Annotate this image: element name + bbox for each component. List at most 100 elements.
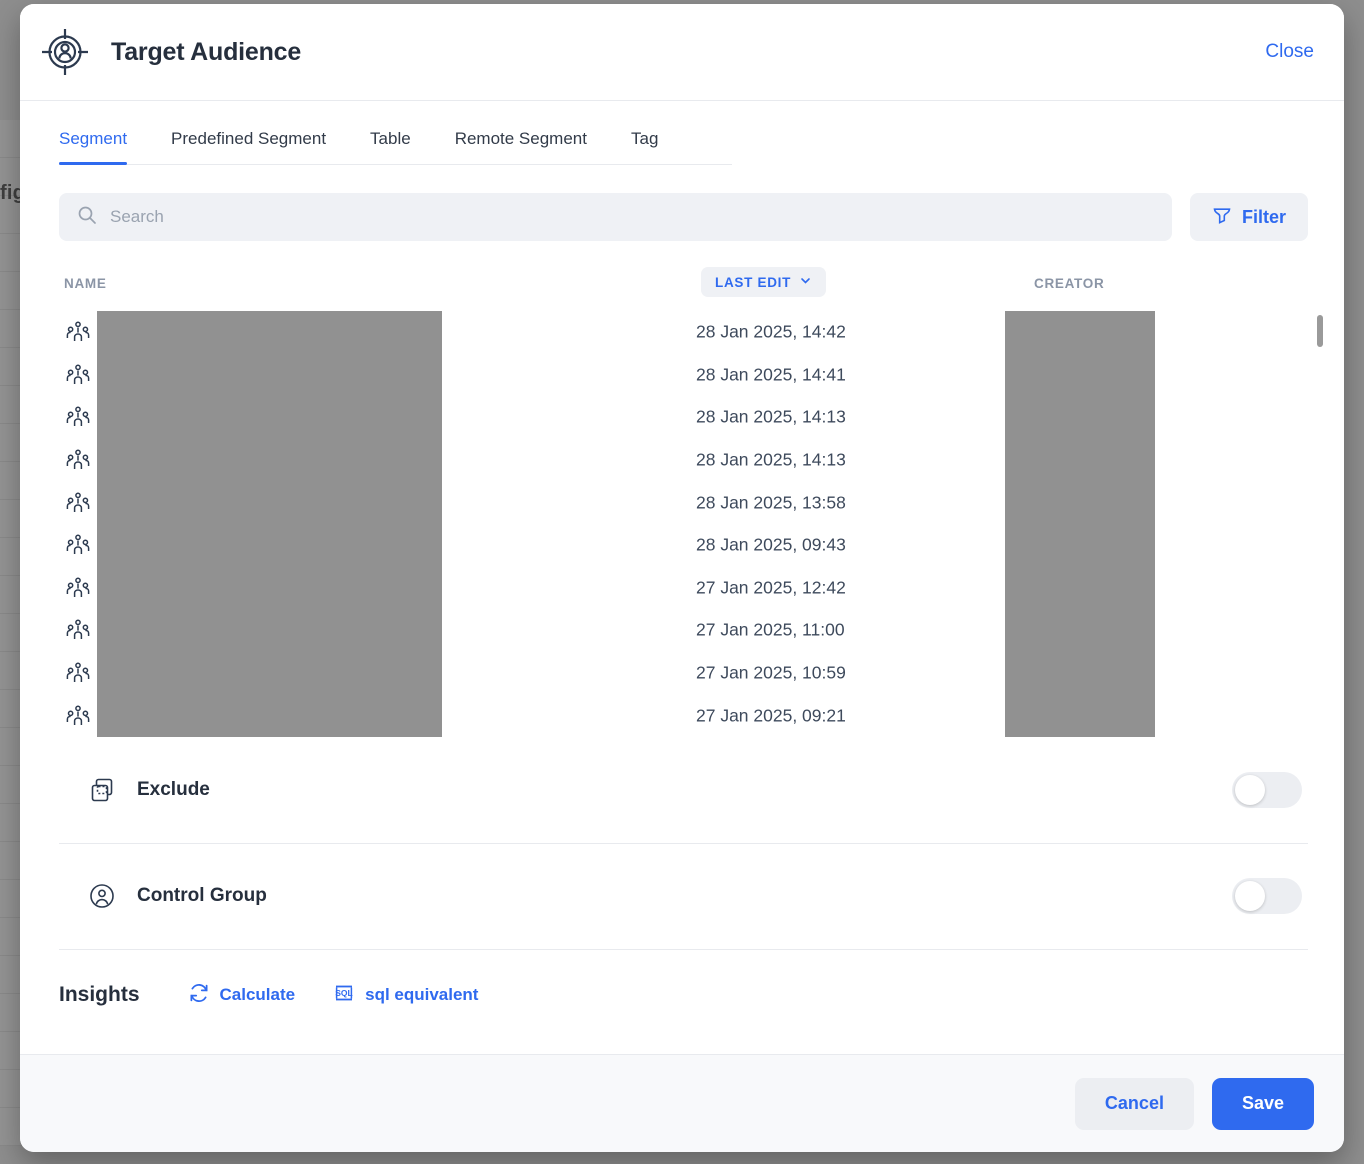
row-last-edit: 28 Jan 2025, 14:13: [696, 449, 846, 470]
sql-equivalent-button[interactable]: SQL sql equivalent: [333, 982, 478, 1009]
tab-predefined-segment[interactable]: Predefined Segment: [171, 129, 326, 164]
table-header: NAME LAST EDIT CREATOR: [59, 267, 1308, 311]
row-creator-redacted: [1005, 566, 1155, 610]
row-creator-redacted: [1005, 651, 1155, 695]
table-row[interactable]: 27 Jan 2025, 11:00: [59, 609, 1308, 652]
page-title: Target Audience: [111, 37, 302, 66]
row-name-redacted: [97, 609, 442, 652]
table-row[interactable]: 28 Jan 2025, 14:42: [59, 311, 1308, 354]
segment-people-icon: [66, 320, 90, 344]
segment-list: 28 Jan 2025, 14:42 28 Jan 2025, 14:41 28…: [59, 311, 1323, 737]
segment-people-icon: [66, 491, 90, 515]
column-header-creator: CREATOR: [1034, 276, 1105, 291]
segment-people-icon: [66, 704, 90, 728]
search-box[interactable]: [59, 193, 1172, 241]
tab-bar: Segment Predefined Segment Table Remote …: [59, 129, 732, 165]
search-icon: [77, 205, 97, 230]
table-row[interactable]: 27 Jan 2025, 12:42: [59, 566, 1308, 610]
tab-segment[interactable]: Segment: [59, 129, 128, 165]
search-row: Filter: [59, 193, 1308, 241]
close-button[interactable]: Close: [1265, 41, 1314, 63]
row-name-redacted: [97, 396, 442, 439]
row-name-redacted: [97, 353, 442, 397]
tab-tag[interactable]: Tag: [631, 129, 658, 164]
modal-header: Target Audience Close: [20, 4, 1344, 101]
column-header-last-edit-label: LAST EDIT: [715, 274, 792, 290]
control-group-label: Control Group: [137, 885, 267, 907]
exclude-toggle[interactable]: [1232, 771, 1302, 808]
save-button[interactable]: Save: [1211, 1077, 1314, 1130]
row-creator-redacted: [1005, 311, 1155, 354]
search-input[interactable]: [110, 207, 1154, 227]
segment-people-icon: [66, 363, 90, 387]
cancel-button[interactable]: Cancel: [1074, 1077, 1194, 1130]
segment-people-icon: [66, 405, 90, 429]
row-last-edit: 27 Jan 2025, 09:21: [696, 705, 846, 726]
chevron-down-icon: [799, 274, 812, 290]
table-row[interactable]: 27 Jan 2025, 10:59: [59, 651, 1308, 695]
modal-body: Segment Predefined Segment Table Remote …: [20, 101, 1344, 1054]
table-row[interactable]: 28 Jan 2025, 14:13: [59, 438, 1308, 482]
insights-row: Insights Calculate SQL sql equivalent: [59, 948, 1308, 1041]
funnel-icon: [1212, 205, 1232, 230]
target-person-icon: [39, 26, 91, 78]
row-last-edit: 27 Jan 2025, 12:42: [696, 577, 846, 598]
row-name-redacted: [97, 311, 442, 354]
list-scrollbar-thumb[interactable]: [1317, 315, 1323, 347]
calculate-button[interactable]: Calculate: [188, 982, 296, 1009]
row-last-edit: 28 Jan 2025, 09:43: [696, 534, 846, 555]
column-header-last-edit[interactable]: LAST EDIT: [701, 267, 827, 297]
modal-footer: Cancel Save: [20, 1054, 1344, 1152]
row-creator-redacted: [1005, 481, 1155, 524]
row-last-edit: 28 Jan 2025, 14:41: [696, 364, 846, 385]
row-name-redacted: [97, 694, 442, 737]
target-audience-modal: Target Audience Close Segment Predefined…: [20, 4, 1344, 1152]
row-name-redacted: [97, 523, 442, 567]
table-row[interactable]: 28 Jan 2025, 09:43: [59, 523, 1308, 567]
segment-people-icon: [66, 576, 90, 600]
row-creator-redacted: [1005, 694, 1155, 737]
row-creator-redacted: [1005, 396, 1155, 439]
table-row[interactable]: 27 Jan 2025, 09:21: [59, 694, 1308, 737]
row-creator-redacted: [1005, 609, 1155, 652]
calculate-label: Calculate: [219, 985, 296, 1005]
segment-people-icon: [66, 533, 90, 557]
row-last-edit: 28 Jan 2025, 14:13: [696, 406, 846, 427]
row-last-edit: 28 Jan 2025, 13:58: [696, 492, 846, 513]
tab-remote-segment[interactable]: Remote Segment: [455, 129, 587, 164]
control-group-toggle[interactable]: [1232, 878, 1302, 915]
table-row[interactable]: 28 Jan 2025, 14:13: [59, 396, 1308, 439]
segment-people-icon: [66, 661, 90, 685]
user-circle-icon: [89, 883, 115, 909]
filter-label: Filter: [1241, 206, 1286, 227]
row-name-redacted: [97, 566, 442, 610]
row-name-redacted: [97, 651, 442, 695]
row-name-redacted: [97, 481, 442, 524]
tab-table[interactable]: Table: [370, 129, 411, 164]
table-row[interactable]: 28 Jan 2025, 13:58: [59, 481, 1308, 524]
exclude-label: Exclude: [137, 778, 210, 800]
exclude-toggle-knob: [1235, 774, 1265, 805]
exclude-shapes-icon: [89, 777, 115, 803]
svg-text:SQL: SQL: [335, 988, 352, 998]
row-last-edit: 28 Jan 2025, 14:42: [696, 321, 846, 342]
row-last-edit: 27 Jan 2025, 10:59: [696, 662, 846, 683]
filter-button[interactable]: Filter: [1189, 193, 1308, 241]
row-creator-redacted: [1005, 523, 1155, 567]
row-last-edit: 27 Jan 2025, 11:00: [696, 619, 845, 640]
list-scrollbar[interactable]: [1317, 315, 1323, 735]
refresh-icon: [188, 982, 210, 1009]
option-row-exclude: Exclude: [59, 737, 1308, 843]
sql-icon: SQL: [333, 982, 355, 1009]
insights-label: Insights: [59, 983, 140, 1007]
option-row-control-group: Control Group: [59, 842, 1308, 949]
row-creator-redacted: [1005, 438, 1155, 482]
segment-people-icon: [66, 448, 90, 472]
table-row[interactable]: 28 Jan 2025, 14:41: [59, 353, 1308, 397]
column-header-name: NAME: [64, 276, 107, 291]
row-creator-redacted: [1005, 353, 1155, 397]
row-name-redacted: [97, 438, 442, 482]
sql-equivalent-label: sql equivalent: [365, 985, 479, 1005]
segment-people-icon: [66, 618, 90, 642]
control-group-toggle-knob: [1235, 881, 1265, 912]
